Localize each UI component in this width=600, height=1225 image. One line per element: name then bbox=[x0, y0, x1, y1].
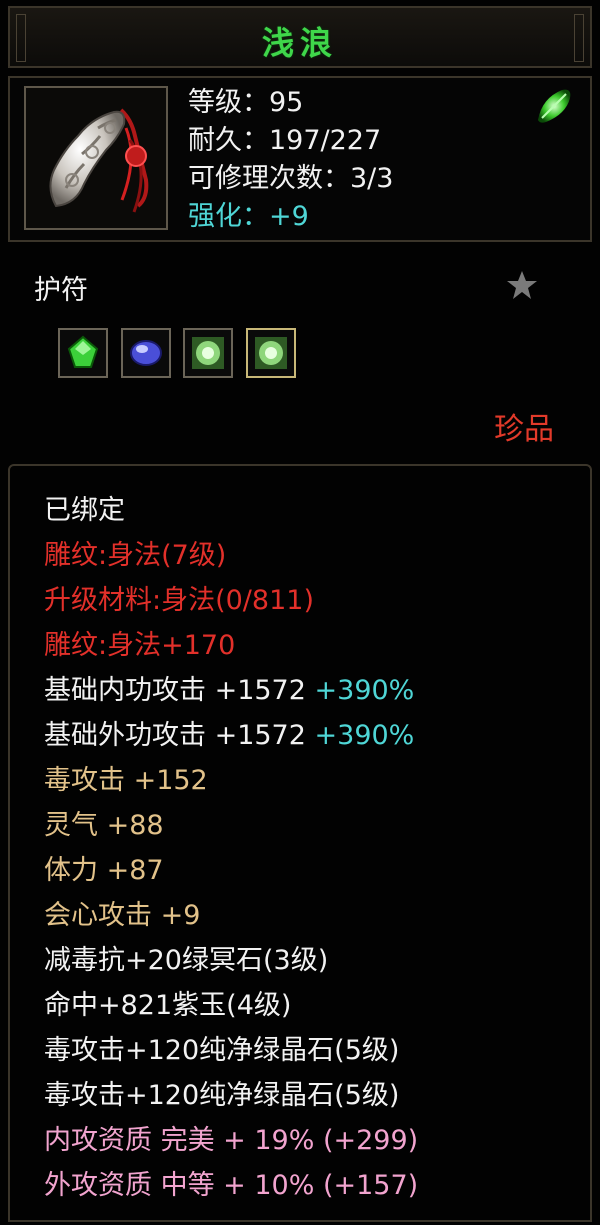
engrave-level: 雕纹:身法(7级) bbox=[44, 540, 227, 571]
item-type: 护符 bbox=[34, 275, 88, 306]
quality-inner: 内攻资质 完美 + 19% (+299) bbox=[44, 1125, 419, 1156]
outer-attack-value: 基础外功攻击 +1572 bbox=[44, 720, 306, 751]
attributes-panel: 已绑定 雕纹:身法(7级) 升级材料:身法(0/811) 雕纹:身法+170 基… bbox=[8, 464, 592, 1222]
spirit-stat: 灵气 +88 bbox=[44, 810, 164, 841]
socket-2[interactable] bbox=[121, 328, 171, 378]
item-durability: 耐久：197/227 bbox=[188, 125, 382, 156]
purple-gem-icon bbox=[130, 340, 162, 366]
bound-status: 已绑定 bbox=[44, 495, 125, 526]
favorite-star-icon[interactable] bbox=[505, 268, 539, 302]
item-rarity: 珍品 bbox=[494, 412, 554, 447]
quality-outer: 外攻资质 中等 + 10% (+157) bbox=[44, 1170, 419, 1201]
gem-bonus-4: 毒攻击+120纯净绿晶石(5级) bbox=[44, 1080, 400, 1111]
jade-pendant-icon bbox=[49, 108, 149, 213]
socket-1[interactable] bbox=[58, 328, 108, 378]
crit-stat: 会心攻击 +9 bbox=[44, 900, 201, 931]
item-tooltip: 浅浪 等级：95 耐久：197/227 可修理次数：3/3 强化：+9 护符 珍… bbox=[0, 0, 600, 1225]
gem-bonus-2: 命中+821紫玉(4级) bbox=[44, 990, 292, 1021]
engrave-bonus: 雕纹:身法+170 bbox=[44, 630, 236, 661]
green-gem-icon bbox=[67, 335, 99, 368]
green-crystal-icon bbox=[192, 337, 224, 369]
item-level: 等级：95 bbox=[188, 87, 304, 118]
stamina-stat: 体力 +87 bbox=[44, 855, 164, 886]
poison-attack-stat: 毒攻击 +152 bbox=[44, 765, 208, 796]
title-bar: 浅浪 bbox=[8, 6, 592, 68]
item-repair-count: 可修理次数：3/3 bbox=[188, 163, 394, 194]
inner-attack-stat: 基础内功攻击 +1572 +390% bbox=[44, 674, 414, 708]
item-header: 等级：95 耐久：197/227 可修理次数：3/3 强化：+9 bbox=[8, 76, 592, 242]
inner-attack-percent: +390% bbox=[314, 675, 415, 706]
outer-attack-stat: 基础外功攻击 +1572 +390% bbox=[44, 719, 414, 753]
item-enhance: 强化：+9 bbox=[188, 201, 309, 232]
socket-4[interactable] bbox=[246, 328, 296, 378]
inner-attack-value: 基础内功攻击 +1572 bbox=[44, 675, 306, 706]
gem-bonus-1: 减毒抗+20绿冥石(3级) bbox=[44, 945, 329, 976]
outer-attack-percent: +390% bbox=[314, 720, 415, 751]
green-leaf-gem-icon bbox=[532, 84, 576, 128]
item-name: 浅浪 bbox=[261, 24, 338, 62]
green-crystal-icon bbox=[255, 337, 287, 369]
item-icon bbox=[24, 86, 168, 230]
socket-3[interactable] bbox=[183, 328, 233, 378]
upgrade-material: 升级材料:身法(0/811) bbox=[44, 585, 314, 616]
gem-bonus-3: 毒攻击+120纯净绿晶石(5级) bbox=[44, 1035, 400, 1066]
